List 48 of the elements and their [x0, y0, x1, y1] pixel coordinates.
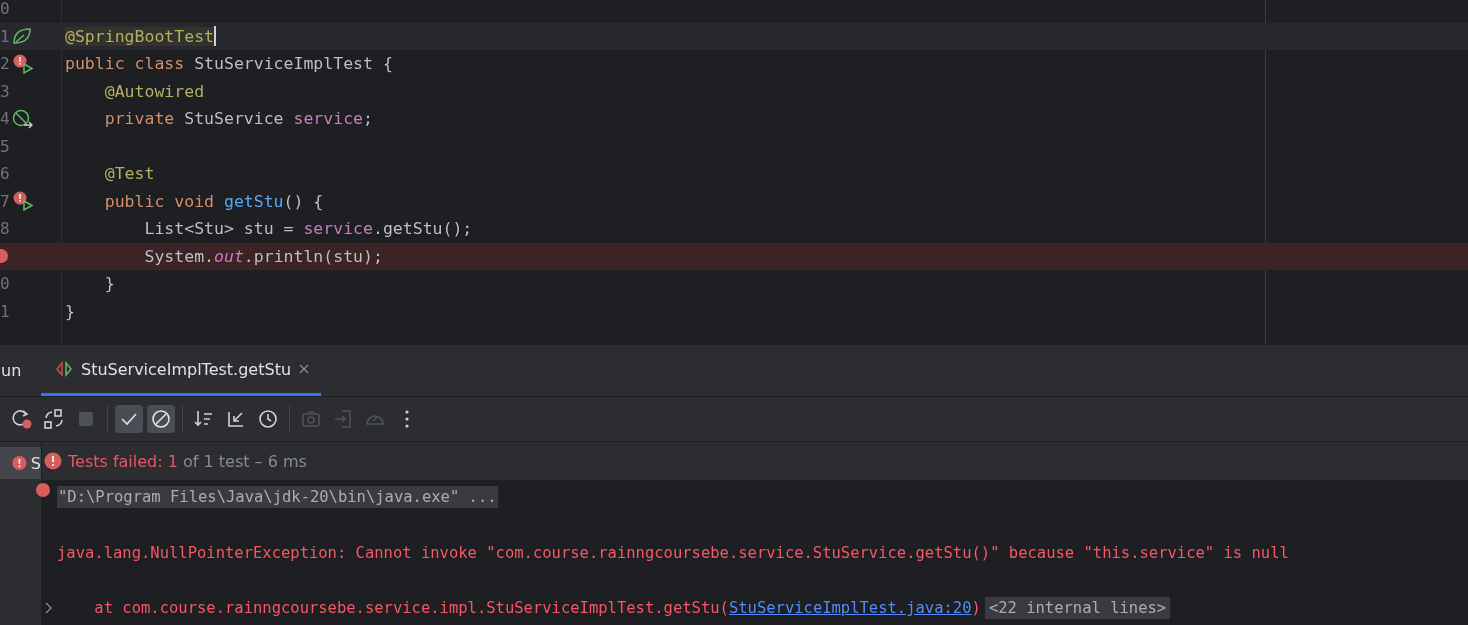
- run-tab[interactable]: StuServiceImplTest.getStu: [41, 345, 322, 396]
- code-line: }: [65, 301, 75, 321]
- error-icon: [44, 452, 62, 470]
- line-number: 5: [0, 136, 10, 156]
- line-number: 4: [0, 109, 10, 129]
- code-line: private StuService service;: [103, 109, 373, 129]
- panel-title: un: [1, 361, 22, 380]
- clock-icon: [257, 408, 279, 430]
- error-marker-icon: [36, 483, 50, 497]
- code-line: @Autowired: [103, 81, 205, 101]
- expand-icon[interactable]: [45, 602, 53, 614]
- line-number: 2: [0, 54, 10, 74]
- bean-navigate-icon[interactable]: [12, 108, 34, 129]
- code-line: public class StuServiceImplTest {: [65, 54, 393, 74]
- rerun-automatically-icon: [43, 408, 65, 430]
- camera-icon: [300, 408, 322, 430]
- check-button[interactable]: [115, 405, 143, 433]
- error-icon: [12, 454, 27, 472]
- rerun-failed-icon: [11, 408, 33, 430]
- source-link[interactable]: StuServiceImplTest.java:20: [728, 599, 972, 617]
- run-failed-icon[interactable]: [12, 191, 34, 212]
- close-icon[interactable]: [299, 364, 310, 374]
- line-number: 1: [0, 301, 10, 321]
- code-line: }: [103, 274, 115, 294]
- run-failed-icon[interactable]: [12, 53, 34, 74]
- ban-icon: [150, 408, 172, 430]
- line-number: 8: [0, 219, 10, 239]
- line-number: 3: [0, 81, 10, 101]
- test-summary: Tests failed: 1 of 1 test – 6 ms: [68, 451, 307, 471]
- code-line: @Test: [103, 164, 155, 184]
- ban-button[interactable]: [147, 405, 175, 433]
- test-tree-item[interactable]: S: [0, 447, 41, 479]
- folded-lines[interactable]: <22 internal lines>: [984, 597, 1171, 619]
- stack-trace-line: at com.course.rainngcoursebe.service.impl.StuServiceImplTest.getStu(StuServiceImplTest.java:20): [93, 599, 981, 617]
- line-number: 0: [0, 0, 10, 19]
- line-number: 6: [0, 164, 10, 184]
- text-cursor: [214, 26, 216, 47]
- test-result-icon: [55, 361, 73, 377]
- line-number: 7: [0, 191, 10, 211]
- line-number: 0: [0, 274, 10, 294]
- more-icon: [405, 410, 409, 428]
- code-line: public void getStu() {: [103, 191, 324, 211]
- code-line: List<Stu> stu = service.getStu();: [143, 219, 473, 239]
- line-number: 1: [0, 26, 10, 46]
- error-message: java.lang.NullPointerException: Cannot invoke "com.course.rainngcoursebe.service.StuService.getStu()" because "this.service" is null: [57, 543, 1289, 562]
- code-line: System.out.println(stu);: [143, 246, 383, 266]
- leaf-icon[interactable]: [12, 27, 32, 46]
- import-icon: [332, 408, 354, 430]
